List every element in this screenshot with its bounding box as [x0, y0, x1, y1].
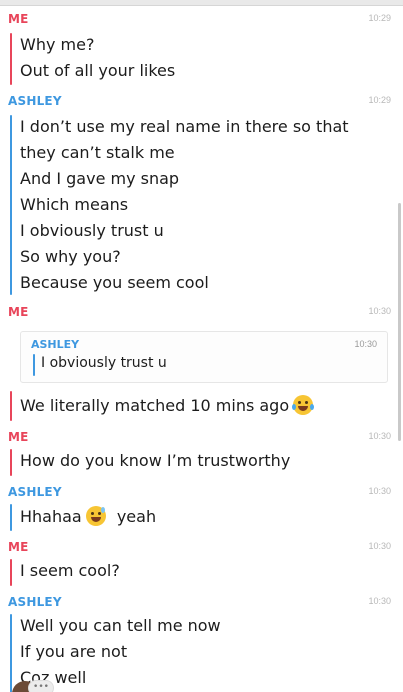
sender-name: ASHLEY	[8, 595, 62, 609]
sender-bar	[10, 559, 12, 586]
sender-bar	[10, 391, 12, 421]
quoted-message[interactable]: ASHLEY 10:30 I obviously trust u	[20, 331, 388, 383]
message-body: I don’t use my real name in there so tha…	[10, 115, 389, 295]
message-line[interactable]: Because you seem cool	[20, 273, 209, 292]
message-group-ashley: ASHLEY 10:30 Hhahaa yeah	[0, 485, 403, 535]
sweat-smile-emoji-icon	[85, 506, 106, 526]
sender-name: ASHLEY	[8, 94, 62, 108]
message-time: 10:30	[368, 596, 391, 606]
message-line[interactable]: If you are not	[20, 642, 127, 661]
message-line[interactable]: I don’t use my real name in there so tha…	[20, 117, 349, 136]
message-time: 10:30	[368, 431, 391, 441]
sender-bar	[10, 614, 12, 692]
scrollbar[interactable]	[398, 203, 401, 441]
message-group-me: ME 10:30 ASHLEY 10:30 I obviously trust …	[0, 305, 403, 423]
typing-indicator-icon: •••	[28, 680, 54, 692]
message-text: We literally matched 10 mins ago	[20, 396, 290, 415]
message-line[interactable]: Out of all your likes	[20, 61, 175, 80]
quoted-time: 10:30	[354, 339, 377, 349]
message-group-ashley: ASHLEY 10:29 I don’t use my real name in…	[0, 94, 403, 295]
message-group-me: ME 10:30 How do you know I’m trustworthy	[0, 430, 403, 480]
message-line[interactable]: I seem cool?	[20, 561, 120, 580]
quoted-text: I obviously trust u	[41, 355, 167, 371]
sender-bar	[10, 33, 12, 85]
message-line[interactable]: Hhahaa yeah	[20, 506, 156, 526]
message-line[interactable]: We literally matched 10 mins ago	[20, 395, 315, 415]
sender-bar	[10, 115, 12, 295]
quoted-sender: ASHLEY	[31, 338, 80, 351]
sender-name: ASHLEY	[8, 485, 62, 499]
message-body: How do you know I’m trustworthy	[10, 449, 389, 476]
message-line[interactable]: How do you know I’m trustworthy	[20, 451, 290, 470]
message-body: Well you can tell me now If you are not …	[10, 614, 389, 692]
message-line[interactable]: Well you can tell me now	[20, 616, 221, 635]
message-group-me: ME 10:30 I seem cool?	[0, 540, 403, 590]
message-line[interactable]: And I gave my snap	[20, 169, 179, 188]
sender-name: ME	[8, 540, 29, 554]
message-body: We literally matched 10 mins ago	[10, 391, 389, 421]
message-group-me: ME 10:29 Why me? Out of all your likes	[0, 12, 403, 85]
message-line[interactable]: Which means	[20, 195, 128, 214]
message-time: 10:30	[368, 306, 391, 316]
laughing-emoji-icon	[292, 395, 315, 415]
sender-name: ME	[8, 430, 29, 444]
sender-name: ME	[8, 305, 29, 319]
message-time: 10:30	[368, 541, 391, 551]
message-group-ashley: ASHLEY 10:30 Well you can tell me now If…	[0, 595, 403, 692]
message-time: 10:30	[368, 486, 391, 496]
message-time: 10:29	[368, 95, 391, 105]
message-text: yeah	[116, 507, 157, 526]
message-line[interactable]: So why you?	[20, 247, 121, 266]
message-text: Hhahaa	[20, 507, 82, 526]
sender-name: ME	[8, 12, 29, 26]
message-time: 10:29	[368, 13, 391, 23]
quoted-bar	[33, 354, 35, 376]
message-line[interactable]: I obviously trust u	[20, 221, 164, 240]
message-line[interactable]: they can’t stalk me	[20, 143, 175, 162]
sender-bar	[10, 449, 12, 476]
status-bar	[0, 0, 403, 6]
message-line[interactable]: Why me?	[20, 35, 94, 54]
message-body: Why me? Out of all your likes	[10, 33, 389, 85]
sender-bar	[10, 504, 12, 531]
message-body: I seem cool?	[10, 559, 389, 586]
message-body: Hhahaa yeah	[10, 504, 389, 531]
